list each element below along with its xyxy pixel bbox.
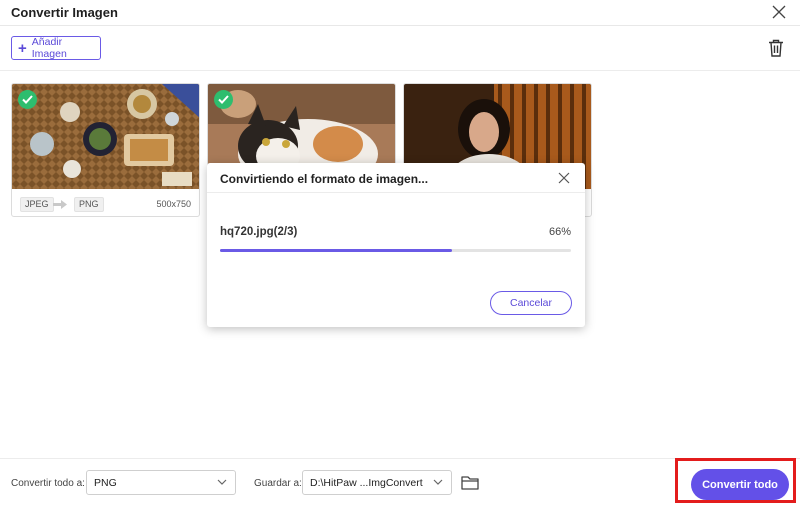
save-path-select[interactable]: D:\HitPaw ...ImgConvert (302, 470, 452, 495)
cancel-button[interactable]: Cancelar (490, 291, 572, 315)
plus-icon: + (18, 39, 27, 57)
format-select-value: PNG (94, 476, 117, 489)
check-icon[interactable] (214, 90, 233, 109)
window-title: Convertir Imagen (11, 5, 118, 20)
source-format: JPEG (20, 197, 54, 212)
convert-all-button[interactable]: Convertir todo (691, 469, 789, 500)
progress-bar (220, 249, 571, 252)
format-select[interactable]: PNG (86, 470, 236, 495)
add-image-label: Añadir Imagen (31, 36, 67, 60)
convert-all-label: Convertir todo a: (11, 478, 85, 489)
title-bar: Convertir Imagen (0, 0, 800, 26)
chevron-down-icon (433, 479, 443, 485)
save-to-label: Guardar a: (254, 478, 302, 489)
add-image-button[interactable]: + Añadir Imagen (11, 36, 101, 60)
dialog-title: Convirtiendo el formato de imagen... (220, 172, 429, 186)
folder-icon[interactable] (461, 475, 479, 490)
conversion-progress-dialog: Convirtiendo el formato de imagen... hq7… (207, 163, 585, 327)
progress-percent: 66% (548, 226, 571, 238)
image-thumbnail (12, 84, 199, 189)
footer-bar: Convertir todo a: PNG Guardar a: D:\HitP… (0, 458, 800, 505)
arrow-right-icon (53, 200, 67, 209)
image-dimensions: 500x750 (156, 199, 191, 209)
current-file-label: hq720.jpg(2/3) (220, 226, 298, 238)
save-path-value: D:\HitPaw ...ImgConvert (310, 476, 423, 489)
image-card[interactable]: JPEG PNG 500x750 (11, 83, 200, 217)
check-icon[interactable] (18, 90, 37, 109)
dialog-header: Convirtiendo el formato de imagen... (207, 163, 585, 193)
close-icon[interactable] (772, 5, 786, 19)
target-format: PNG (74, 197, 104, 212)
close-icon[interactable] (558, 172, 570, 184)
card-meta: JPEG PNG 500x750 (12, 189, 199, 216)
trash-icon[interactable] (768, 39, 784, 57)
toolbar: + Añadir Imagen (0, 27, 800, 71)
chevron-down-icon (217, 479, 227, 485)
progress-fill (220, 249, 452, 252)
